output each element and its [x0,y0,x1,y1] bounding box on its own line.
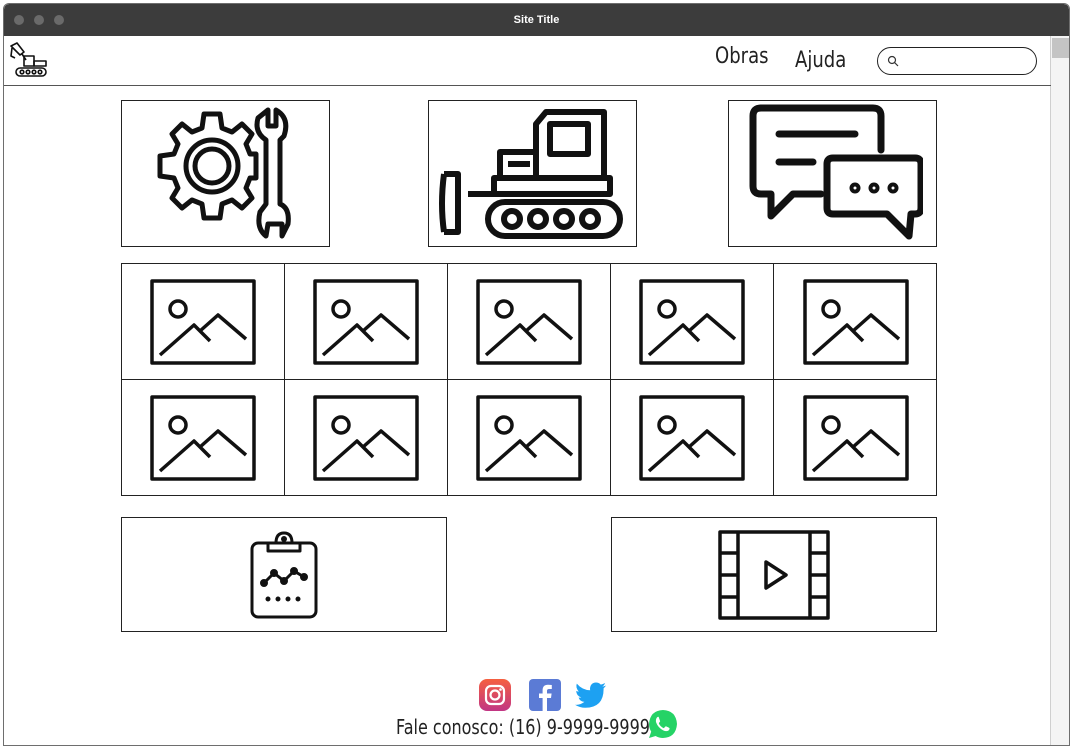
image-placeholder-icon [476,395,582,481]
settings-wrench-icon [157,107,291,238]
gallery-cell[interactable] [122,380,285,496]
search-input[interactable] [904,51,1030,71]
tile-machinery[interactable] [428,100,637,247]
contact-phone: Fale conosco: (16) 9-9999-9999 [396,715,650,739]
title-bar: Site Title [4,4,1069,36]
search-box[interactable] [877,47,1037,75]
whatsapp-icon[interactable] [647,708,679,740]
excavator-logo-icon[interactable] [8,40,48,80]
top-navbar: Obras Ajuda [4,36,1051,86]
image-gallery [121,263,937,496]
image-placeholder-icon [150,395,256,481]
tile-chat[interactable] [728,100,937,247]
gallery-cell[interactable] [285,264,448,380]
tile-settings[interactable] [121,100,330,247]
image-placeholder-icon [802,278,909,365]
vertical-scrollbar[interactable] [1050,36,1069,745]
twitter-icon[interactable] [574,678,608,712]
gallery-cell[interactable] [774,264,937,380]
facebook-icon[interactable] [528,678,562,712]
tile-videos[interactable] [611,517,937,632]
image-placeholder-icon [313,395,419,481]
gallery-cell[interactable] [611,380,774,496]
search-icon [887,55,899,67]
gallery-cell[interactable] [448,380,611,496]
window-title: Site Title [513,14,560,26]
image-placeholder-icon [476,278,582,365]
clipboard-chart-icon [250,531,318,618]
image-placeholder-icon [313,278,419,365]
gallery-cell[interactable] [774,380,937,496]
gallery-cell[interactable] [448,264,611,380]
gallery-cell[interactable] [611,264,774,380]
instagram-icon[interactable] [478,678,512,712]
gallery-cell[interactable] [285,380,448,496]
image-placeholder-icon [639,278,745,365]
nav-link-obras[interactable]: Obras [715,44,769,69]
nav-link-ajuda[interactable]: Ajuda [795,48,846,73]
scrollbar-thumb[interactable] [1052,38,1069,58]
video-film-icon [718,529,830,620]
bulldozer-icon [438,108,623,239]
tile-reports[interactable] [121,517,447,632]
image-placeholder-icon [639,395,745,481]
browser-window: Site Title Obras Ajuda Fale conosco: (16… [3,3,1070,746]
image-placeholder-icon [802,395,909,481]
chat-bubbles-icon [749,104,923,239]
image-placeholder-icon [150,278,256,365]
gallery-cell[interactable] [122,264,285,380]
